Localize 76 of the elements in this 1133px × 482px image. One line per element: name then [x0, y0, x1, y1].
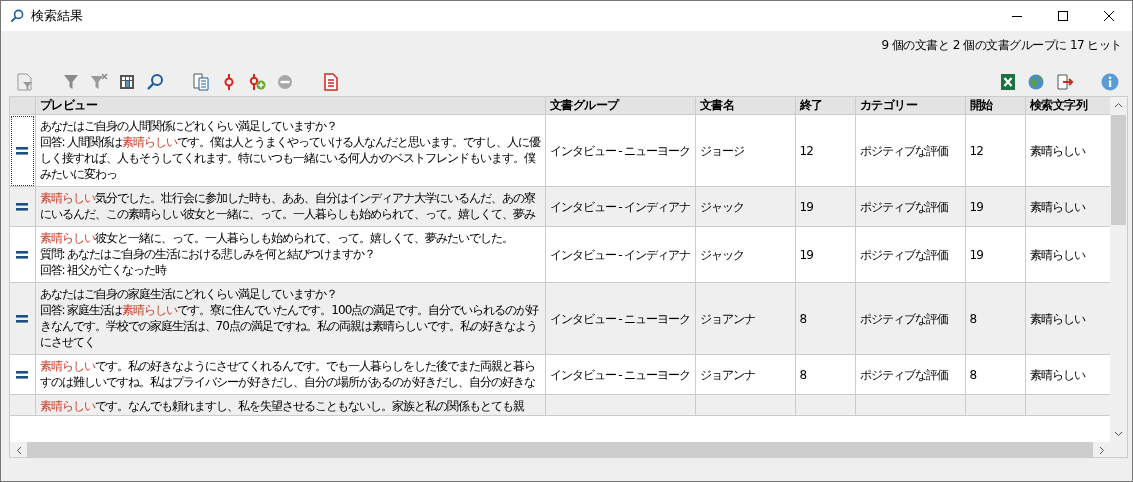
- column-header[interactable]: 開始: [965, 97, 1025, 115]
- scroll-left-icon[interactable]: [15, 445, 22, 455]
- table-cell: ポジティブな評価: [855, 282, 965, 355]
- table-cell: ジャック: [695, 226, 795, 283]
- table-cell: 12: [795, 114, 855, 187]
- close-icon[interactable]: [1103, 10, 1115, 22]
- preview-line: 質問: あなたはご自身の生活における悲しみを何と結びつけますか？: [39, 246, 377, 262]
- column-header[interactable]: 文書グループ: [545, 97, 695, 115]
- vertical-scrollbar[interactable]: [1110, 97, 1127, 442]
- info-icon[interactable]: [1100, 72, 1120, 92]
- equals-icon: [16, 250, 29, 259]
- table-cell: ポジティブな評価: [855, 186, 965, 227]
- horizontal-scrollbar[interactable]: [10, 442, 1127, 457]
- table-cell: インタビュー - ニューヨーク: [545, 282, 695, 355]
- table-cell: インタビュー - インディアナ: [545, 226, 695, 283]
- table-cell: ポジティブな評価: [855, 354, 965, 395]
- table-cell: 19: [965, 226, 1025, 283]
- table-cell: 19: [965, 186, 1025, 227]
- documents-icon[interactable]: [191, 72, 211, 92]
- preview-line: 回答: 家庭生活は素晴らしいです。寮に住んでいたんです。100点の満足です。自分でいられるのが好きなんです。学校での家庭生活は、70点の満足ですね。私の両親は素晴らしいです。私の好きなようにさせてく: [39, 302, 540, 350]
- table-cell: インタビュー - ニューヨーク: [545, 114, 695, 187]
- table-cell: 19: [795, 186, 855, 227]
- spreadsheet-icon[interactable]: [998, 72, 1018, 92]
- search-icon[interactable]: [145, 72, 165, 92]
- search-icon: [9, 8, 25, 24]
- table-cell: ポジティブな評価: [855, 114, 965, 187]
- hit-summary: 9 個の文書と 2 個の文書グループに 17 ヒット: [881, 37, 1122, 54]
- scroll-right-icon[interactable]: [1098, 445, 1105, 455]
- column-header[interactable]: 終了: [795, 97, 855, 115]
- table-cell: インタビュー - ニューヨーク: [545, 354, 695, 395]
- preview-line: 回答: 人間関係は素晴らしいです。僕は人とうまくやっていける人なんだと思います。ですし、人に優しく接すれば、人もそうしてくれます。特にいつも一緒にいる何人かのベストフレンドもいます。僕みたいに変わっ: [39, 134, 541, 182]
- table-cell: ポジティブな評価: [855, 226, 965, 283]
- table-cell: ジョアンナ: [695, 282, 795, 355]
- window-title: 検索結果: [31, 7, 84, 25]
- table-cell: ジャック: [695, 186, 795, 227]
- row-selector[interactable]: [10, 186, 35, 227]
- scroll-down-icon[interactable]: [1114, 431, 1123, 437]
- clear-filter-icon[interactable]: [89, 72, 109, 92]
- row-selector[interactable]: [10, 354, 35, 395]
- preview-line: あなたはご自身の人間関係にどれくらい満足していますか？: [39, 118, 338, 134]
- table-cell: 19: [795, 226, 855, 283]
- row-selector[interactable]: [10, 114, 35, 187]
- table-cell: 8: [795, 282, 855, 355]
- scroll-up-icon[interactable]: [1114, 102, 1123, 108]
- preview-line: 素晴らしいです。なんでも頼れますし、私を失望させることもないし。家族と私の関係もとても親: [39, 398, 525, 414]
- preview-line: 素晴らしい彼女と一緒に、って。一人暮らしも始められて、って。嬉しくて、夢みたいでした。: [39, 230, 514, 246]
- equals-icon: [16, 146, 29, 155]
- table-cell: ジョージ: [695, 114, 795, 187]
- column-header[interactable]: カテゴリー: [855, 97, 965, 115]
- table-cell: 8: [965, 354, 1025, 395]
- filter-icon[interactable]: [61, 72, 81, 92]
- column-header[interactable]: 文書名: [695, 97, 795, 115]
- report-icon[interactable]: [321, 72, 341, 92]
- exit-icon[interactable]: [1054, 72, 1074, 92]
- column-header[interactable]: 検索文字列: [1025, 97, 1110, 115]
- row-selector[interactable]: [10, 226, 35, 283]
- equals-icon: [16, 202, 29, 211]
- table-cell: 8: [795, 354, 855, 395]
- table-cell: ジョアンナ: [695, 354, 795, 395]
- equals-icon: [16, 314, 29, 323]
- preview-line: 素晴らしいです。私の好きなようにさせてくれるんです。でも一人暮らしをした後でまた両親と暮らすのは難しいですね。私はプライバシーが好きだし、自分の場所があるのが好きだし、自分の好きな: [39, 358, 536, 390]
- table-cell: 8: [965, 282, 1025, 355]
- column-header[interactable]: プレビュー: [35, 97, 545, 115]
- maximize-icon[interactable]: [1057, 10, 1069, 22]
- preview-line: 素晴らしい気分でした。壮行会に参加した時も、ああ、自分はインディアナ大学にいるんだ、あの寮にいるんだ、この素晴らしい彼女と一緒に、って。一人暮らしも始められて、って。嬉しくて、夢み: [39, 190, 536, 222]
- table-cell: インタビュー - インディアナ: [545, 186, 695, 227]
- preview-line: 回答: 祖父が亡くなった時: [39, 262, 168, 278]
- preview-line: あなたはご自身の家庭生活にどれくらい満足していますか？: [39, 286, 338, 302]
- row-selector[interactable]: [10, 282, 35, 355]
- equals-icon: [16, 370, 29, 379]
- table-cell: 12: [965, 114, 1025, 187]
- table-cell: 素晴らしい: [1025, 186, 1110, 227]
- columns-icon[interactable]: [117, 72, 137, 92]
- table-cell: 素晴らしい: [1025, 282, 1110, 355]
- add-code-icon[interactable]: [247, 72, 267, 92]
- globe-icon[interactable]: [1026, 72, 1046, 92]
